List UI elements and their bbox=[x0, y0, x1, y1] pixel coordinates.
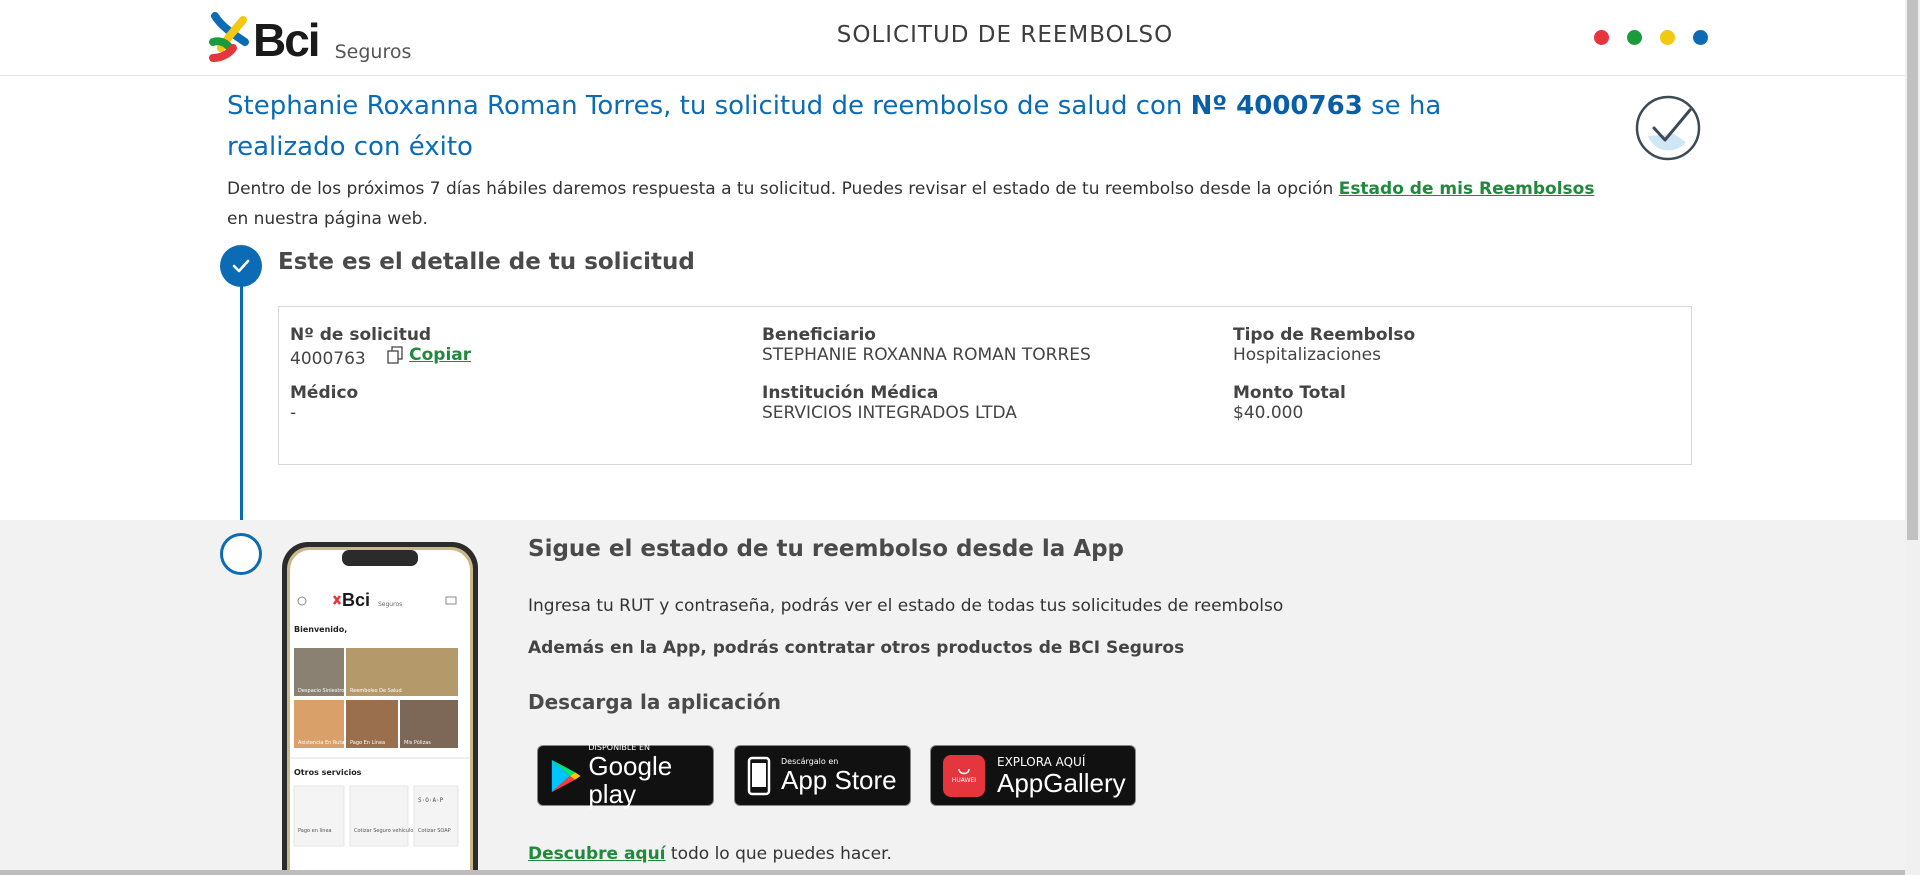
institucion-label: Institución Médica bbox=[762, 383, 939, 403]
app-section-text-2: Además en la App, podrás contratar otros… bbox=[528, 638, 1185, 658]
app-store-big-text: App Store bbox=[781, 765, 897, 795]
app-store-badge[interactable]: Descárgalo en App Store bbox=[734, 745, 911, 806]
brand-dots bbox=[1594, 30, 1708, 45]
solicitud-label: Nº de solicitud bbox=[290, 325, 432, 345]
phone-welcome: Bienvenido, bbox=[294, 625, 347, 634]
phone-tile-1: Despacio Siniestro bbox=[298, 688, 344, 694]
huawei-brand-text: HUAWEI bbox=[951, 777, 977, 784]
app-section-text-1: Ingresa tu RUT y contraseña, podrás ver … bbox=[528, 596, 1284, 616]
phone-service-1: Pago en línea bbox=[298, 827, 332, 834]
description-text-pre: Dentro de los próximos 7 días hábiles da… bbox=[227, 179, 1339, 199]
tipo-reembolso-cell: Tipo de Reembolso Hospitalizaciones bbox=[1233, 325, 1415, 365]
headline-request-number: Nº 4000763 bbox=[1190, 91, 1363, 121]
estado-reembolsos-link[interactable]: Estado de mis Reembolsos bbox=[1339, 179, 1595, 199]
brand-dot-red bbox=[1594, 30, 1609, 45]
phone-logo-sub: Seguros bbox=[378, 601, 402, 608]
request-detail-card: Nº de solicitud 4000763 Copiar Beneficia… bbox=[278, 306, 1692, 465]
copy-icon bbox=[387, 346, 403, 364]
phone-service-3: Cotizar SOAP bbox=[418, 828, 451, 834]
phone-service-2: Cotizar Seguro vehículo bbox=[354, 827, 413, 834]
discover-text: Descubre aquí todo lo que puedes hacer. bbox=[528, 844, 892, 864]
monto-label: Monto Total bbox=[1233, 383, 1346, 403]
top-header: Bci Seguros SOLICITUD DE REEMBOLSO bbox=[0, 0, 1905, 76]
medico-cell: Médico - bbox=[290, 383, 358, 423]
description-text-post: en nuestra página web. bbox=[227, 209, 428, 229]
phone-tile-4: Pago En Línea bbox=[350, 739, 385, 746]
medico-label: Médico bbox=[290, 383, 359, 403]
google-play-big-text: Google play bbox=[588, 751, 673, 809]
svg-text:Bci: Bci bbox=[342, 590, 370, 610]
copy-button[interactable]: Copiar bbox=[387, 345, 471, 365]
phone-mockup-image: Bci Seguros Bienvenido, Despacio Siniest… bbox=[282, 542, 478, 875]
beneficiario-label: Beneficiario bbox=[762, 325, 876, 345]
tipo-reembolso-label: Tipo de Reembolso bbox=[1233, 325, 1416, 345]
vertical-scrollbar-thumb[interactable] bbox=[1907, 0, 1918, 540]
beneficiario-value: STEPHANIE ROXANNA ROMAN TORRES bbox=[762, 345, 1091, 365]
solicitud-value-row: 4000763 Copiar bbox=[290, 345, 471, 369]
phone-soap-label: S·O·A·P bbox=[418, 797, 444, 804]
timeline-step-pending bbox=[220, 533, 262, 575]
phone-tile-2: Reembolso De Salud bbox=[350, 688, 402, 694]
success-check-icon bbox=[1635, 95, 1701, 161]
vertical-scrollbar[interactable] bbox=[1905, 0, 1920, 875]
brand-dot-blue bbox=[1693, 30, 1708, 45]
institucion-cell: Institución Médica SERVICIOS INTEGRADOS … bbox=[762, 383, 1017, 423]
monto-cell: Monto Total $40.000 bbox=[1233, 383, 1346, 423]
phone-other-services: Otros servicios bbox=[294, 768, 362, 777]
discover-text-post: todo lo que puedes hacer. bbox=[665, 844, 892, 864]
headline-text-pre: Stephanie Roxanna Roman Torres, tu solic… bbox=[227, 91, 1191, 121]
discover-link[interactable]: Descubre aquí bbox=[528, 844, 666, 864]
monto-value: $40.000 bbox=[1233, 403, 1304, 423]
tipo-reembolso-value: Hospitalizaciones bbox=[1233, 345, 1381, 365]
solicitud-value: 4000763 bbox=[290, 349, 366, 369]
timeline-line bbox=[240, 263, 243, 553]
brand-dot-green bbox=[1627, 30, 1642, 45]
download-title: Descarga la aplicación bbox=[528, 690, 781, 714]
phone-logo: Bci bbox=[342, 590, 370, 610]
copy-label: Copiar bbox=[409, 345, 472, 365]
brand-dot-yellow bbox=[1660, 30, 1675, 45]
phone-tile-3: Asistencia En Ruta bbox=[298, 740, 344, 746]
detail-section-title: Este es el detalle de tu solicitud bbox=[278, 249, 695, 275]
shopping-bag-icon bbox=[958, 768, 970, 775]
success-headline: Stephanie Roxanna Roman Torres, tu solic… bbox=[227, 86, 1557, 168]
phone-tile-5: Mis Pólizas bbox=[404, 739, 431, 746]
app-gallery-badge[interactable]: HUAWEI EXPLORA AQUÍ AppGallery bbox=[930, 745, 1136, 806]
timeline-step-completed bbox=[220, 245, 262, 287]
institucion-value: SERVICIOS INTEGRADOS LTDA bbox=[762, 403, 1017, 423]
google-play-icon bbox=[551, 759, 581, 792]
solicitud-cell: Nº de solicitud 4000763 Copiar bbox=[290, 325, 471, 369]
checkmark-icon bbox=[232, 259, 250, 273]
app-gallery-small-text: EXPLORA AQUÍ bbox=[997, 754, 1086, 769]
horizontal-scrollbar[interactable] bbox=[0, 870, 1905, 875]
medico-value: - bbox=[290, 403, 297, 423]
app-section-title: Sigue el estado de tu reembolso desde la… bbox=[528, 536, 1125, 562]
huawei-icon: HUAWEI bbox=[943, 754, 985, 797]
phone-icon bbox=[747, 756, 771, 795]
google-play-badge[interactable]: DISPONIBLE EN Google play bbox=[537, 743, 714, 809]
beneficiario-cell: Beneficiario STEPHANIE ROXANNA ROMAN TOR… bbox=[762, 325, 1091, 365]
success-description: Dentro de los próximos 7 días hábiles da… bbox=[227, 174, 1607, 234]
app-gallery-big-text: AppGallery bbox=[997, 767, 1126, 798]
